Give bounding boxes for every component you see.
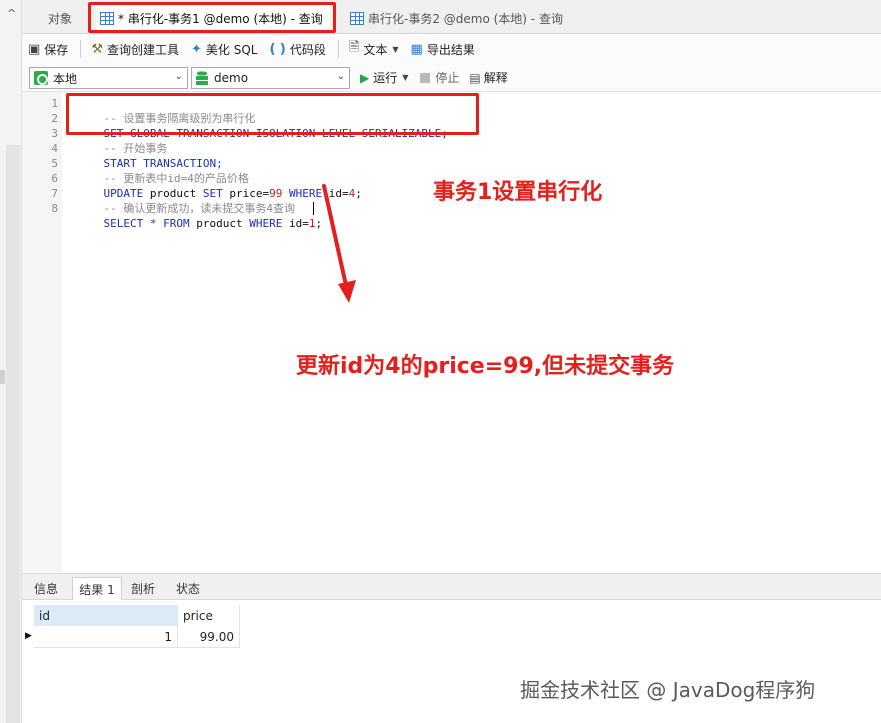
code-highlight-box <box>66 93 479 135</box>
run-play-icon[interactable]: ▶ <box>360 71 369 85</box>
code-snippet-button[interactable]: ( ) 代码段 <box>269 41 325 58</box>
query-table-icon <box>350 11 364 25</box>
beautify-sql-button[interactable]: ✦ 美化 SQL <box>191 41 257 58</box>
tab-query-2[interactable]: 串行化-事务2 @demo (本地) - 查询 <box>346 4 596 32</box>
chevron-down-icon: ⌄ <box>174 71 183 82</box>
dropdown-caret-icon[interactable]: ▼ <box>402 73 408 82</box>
parentheses-icon: ( ) <box>269 41 286 57</box>
tab-query-2-label: 串行化-事务2 @demo (本地) - 查询 <box>368 11 563 26</box>
result-grid: id price ▶ 1 99.00 <box>22 600 881 723</box>
database-icon <box>196 70 208 86</box>
save-label: 保存 <box>44 42 69 57</box>
query-builder-button[interactable]: ⚒ 查询创建工具 <box>91 41 179 58</box>
code-line: SELECT * FROM product WHERE id=1; <box>77 201 323 246</box>
tab-info[interactable]: 信息 <box>24 577 68 600</box>
line-number: 2 <box>51 112 58 125</box>
stop-button[interactable]: 停止 <box>435 69 459 86</box>
dropdown-caret-icon: ▼ <box>392 44 399 54</box>
export-results-label: 导出结果 <box>426 42 475 57</box>
hammer-icon: ⚒ <box>91 41 103 57</box>
line-number: 1 <box>51 97 58 110</box>
tab-objects[interactable]: 对象 <box>34 4 86 32</box>
line-number: 7 <box>51 187 58 200</box>
code-snippet-label: 代码段 <box>289 42 326 57</box>
document-icon: 🗎 <box>348 40 360 55</box>
collapse-caret-icon[interactable]: ^ <box>7 7 16 20</box>
run-button[interactable]: 运行 <box>373 69 397 86</box>
current-row-marker-icon: ▶ <box>25 631 32 641</box>
text-button[interactable]: 🗎 文本 ▼ <box>349 38 399 60</box>
tab-profile[interactable]: 剖析 <box>123 577 163 600</box>
toolbar: ▣ 保存 ⚒ 查询创建工具 ✦ 美化 SQL ( ) 代码段 🗎 文本 ▼ ▦ … <box>22 34 881 64</box>
column-header-price[interactable]: price <box>178 605 240 626</box>
query-builder-label: 查询创建工具 <box>106 42 179 57</box>
explain-button[interactable]: 解释 <box>484 69 508 86</box>
beautify-sql-label: 美化 SQL <box>205 42 258 57</box>
run-controls: ▶ 运行 ▼ 停止 ▤ 解释 <box>360 69 508 86</box>
column-header-id[interactable]: id <box>34 605 178 626</box>
text-cursor <box>313 202 314 215</box>
annotation-update-uncommitted: 更新id为4的price=99,但未提交事务 <box>296 354 675 379</box>
connection-icon <box>34 71 48 85</box>
stop-icon <box>420 72 431 83</box>
left-scroll-bar[interactable] <box>6 145 20 723</box>
line-number: 5 <box>51 157 58 170</box>
tab-objects-label: 对象 <box>47 11 72 26</box>
database-select[interactable]: demo ⌄ <box>191 67 350 89</box>
line-number: 4 <box>51 142 58 155</box>
tab-highlight-box <box>88 2 336 33</box>
toolbar-divider <box>337 40 339 58</box>
sql-editor[interactable]: 1 2 3 4 5 6 7 8 -- 设置事务隔离级别为串行化 SET GLOB… <box>22 92 881 572</box>
splitter-handle[interactable] <box>0 370 5 384</box>
watermark: 掘金技术社区 @ JavaDog程序狗 <box>520 678 816 702</box>
export-grid-icon: ▦ <box>410 41 423 57</box>
save-button[interactable]: ▣ 保存 <box>28 41 68 58</box>
line-number: 8 <box>51 202 58 215</box>
line-number: 3 <box>51 127 58 140</box>
connection-value: 本地 <box>53 71 78 86</box>
connection-select[interactable]: 本地 ⌄ <box>29 67 188 89</box>
connection-selector-row: 本地 ⌄ demo ⌄ ▶ 运行 ▼ 停止 ▤ 解释 <box>22 64 881 92</box>
chevron-down-icon: ⌄ <box>336 71 345 82</box>
sql-statement: SELECT * FROM product WHERE id=1; <box>103 217 323 230</box>
tab-status[interactable]: 状态 <box>167 577 209 600</box>
explain-icon: ▤ <box>469 70 481 85</box>
tab-result-1[interactable]: 结果 1 <box>72 577 122 600</box>
result-tab-bar: 信息 结果 1 剖析 状态 <box>22 573 881 600</box>
red-arrow-icon <box>322 184 356 303</box>
left-panel-strip: ^ <box>0 0 22 723</box>
magic-wand-icon: ✦ <box>190 41 202 57</box>
annotation-serializable: 事务1设置串行化 <box>433 180 603 205</box>
save-icon: ▣ <box>28 41 41 57</box>
line-number: 6 <box>51 172 58 185</box>
table-cell-price[interactable]: 99.00 <box>178 626 240 648</box>
database-value: demo <box>214 71 249 85</box>
toolbar-divider <box>80 40 82 58</box>
export-results-button[interactable]: ▦ 导出结果 <box>411 41 475 58</box>
text-label: 文本 <box>363 42 388 57</box>
table-cell-id[interactable]: 1 <box>34 626 178 648</box>
line-number-gutter: 1 2 3 4 5 6 7 8 <box>22 92 62 572</box>
